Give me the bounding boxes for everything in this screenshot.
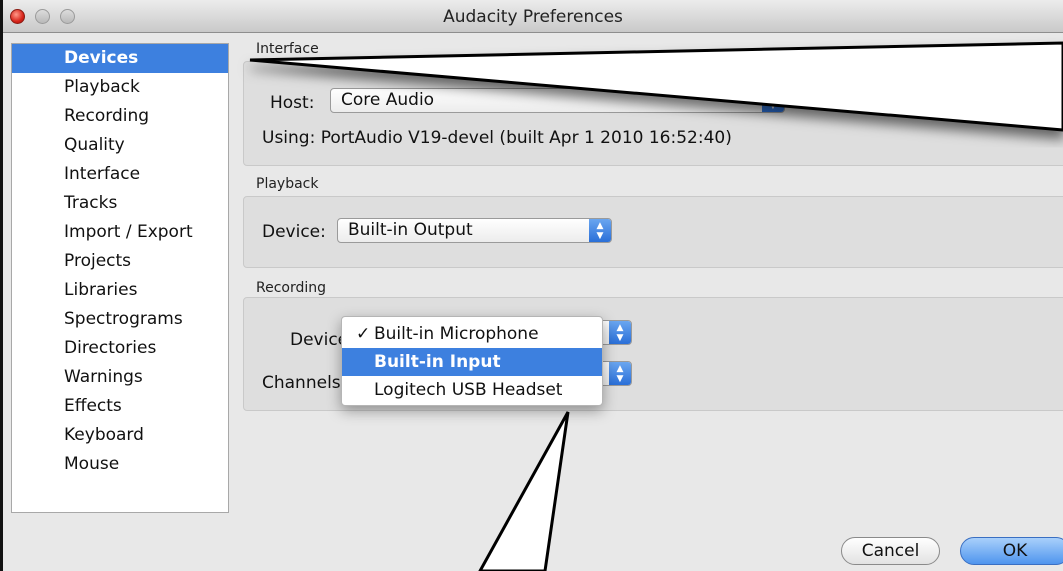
sidebar-item-tracks[interactable]: Tracks [12, 189, 228, 218]
sidebar-item-import-export[interactable]: Import / Export [12, 218, 228, 247]
sidebar-item-spectrograms[interactable]: Spectrograms [12, 305, 228, 334]
sidebar-item-recording[interactable]: Recording [12, 102, 228, 131]
host-select[interactable]: Core Audio ▲ ▼ [330, 88, 785, 113]
recording-device-label: Device [290, 330, 349, 350]
playback-device-select[interactable]: Built-in Output ▲ ▼ [337, 218, 612, 243]
host-select-value: Core Audio [341, 90, 435, 110]
sidebar-item-interface[interactable]: Interface [12, 160, 228, 189]
sidebar-item-playback[interactable]: Playback [12, 73, 228, 102]
sidebar-item-directories[interactable]: Directories [12, 334, 228, 363]
preferences-category-list[interactable]: Devices Playback Recording Quality Inter… [11, 43, 229, 513]
playback-device-value: Built-in Output [348, 220, 473, 240]
playback-device-label: Device: [262, 222, 326, 242]
ok-button[interactable]: OK [960, 537, 1063, 565]
playback-section-label: Playback [256, 176, 319, 192]
sidebar-item-devices[interactable]: Devices [12, 44, 228, 73]
sidebar-item-keyboard[interactable]: Keyboard [12, 421, 228, 450]
menu-item-label: Built-in Input [374, 352, 501, 372]
select-arrows-icon: ▲ ▼ [609, 362, 631, 385]
sidebar-item-libraries[interactable]: Libraries [12, 276, 228, 305]
sidebar-item-projects[interactable]: Projects [12, 247, 228, 276]
select-arrows-icon: ▲ ▼ [762, 89, 784, 112]
interface-group: Host: Core Audio ▲ ▼ Using: PortAudio V19… [243, 61, 1063, 166]
recording-section-label: Recording [256, 280, 327, 296]
checkmark-icon: ✓ [356, 324, 371, 344]
menu-item-logitech-usb-headset[interactable]: Logitech USB Headset [342, 376, 602, 404]
menu-item-built-in-input[interactable]: Built-in Input [342, 348, 602, 376]
recording-channels-label: Channels [262, 373, 341, 393]
sidebar-item-quality[interactable]: Quality [12, 131, 228, 160]
recording-device-dropdown-menu[interactable]: ✓ Built-in Microphone Built-in Input Log… [341, 316, 603, 406]
interface-section-label: Interface [256, 41, 319, 57]
host-label: Host: [270, 93, 315, 113]
menu-item-label: Logitech USB Headset [374, 380, 563, 400]
preferences-window: Audacity Preferences Devices Playback Re… [0, 0, 1063, 571]
window-title: Audacity Preferences [443, 7, 623, 27]
title-bar[interactable]: Audacity Preferences [3, 0, 1063, 33]
sidebar-item-warnings[interactable]: Warnings [12, 363, 228, 392]
menu-item-built-in-microphone[interactable]: ✓ Built-in Microphone [342, 320, 602, 348]
select-arrows-icon: ▲ ▼ [589, 219, 611, 242]
menu-item-label: Built-in Microphone [374, 324, 539, 344]
sidebar-item-effects[interactable]: Effects [12, 392, 228, 421]
select-arrows-icon: ▲ ▼ [609, 321, 631, 344]
portaudio-version-text: Using: PortAudio V19-devel (built Apr 1 … [262, 128, 732, 148]
playback-group: Device: Built-in Output ▲ ▼ [243, 196, 1063, 268]
cancel-button[interactable]: Cancel [841, 537, 940, 565]
sidebar-item-mouse[interactable]: Mouse [12, 450, 228, 479]
